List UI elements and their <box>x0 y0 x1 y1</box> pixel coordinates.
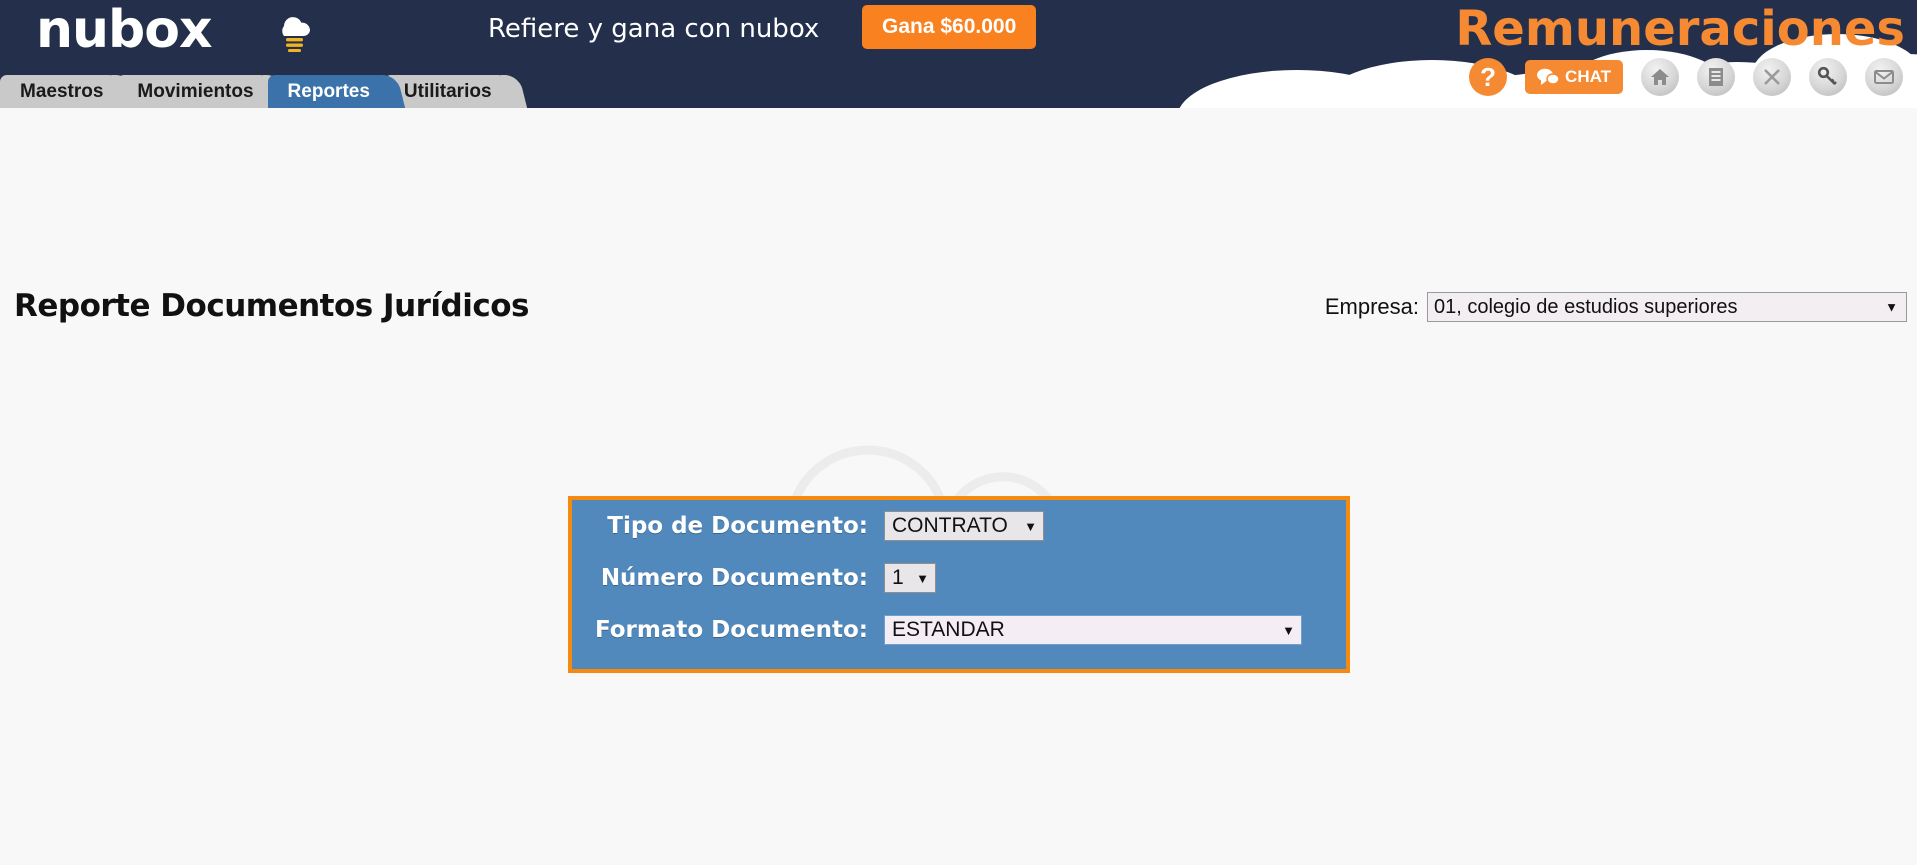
cloud-icon <box>282 17 310 52</box>
numero-documento-value: 1 <box>892 566 904 589</box>
key-icon[interactable] <box>1809 58 1847 96</box>
formato-documento-value: ESTANDAR <box>892 618 1005 641</box>
formato-documento-select[interactable]: ESTANDAR ▼ <box>884 615 1302 645</box>
help-icon[interactable]: ? <box>1469 58 1508 96</box>
referral-text: Refiere y gana con nubox <box>488 14 820 44</box>
report-filters-panel: Tipo de Documento: CONTRATO ▼ Número Doc… <box>568 496 1350 673</box>
close-icon[interactable] <box>1753 58 1791 96</box>
chevron-down-icon: ▼ <box>1282 622 1295 638</box>
empresa-label: Empresa: <box>1324 294 1419 319</box>
chat-label: CHAT <box>1565 67 1611 86</box>
tipo-documento-label: Tipo de Documento: <box>607 513 868 539</box>
page-content: Reporte Documentos Jurídicos Empresa: 01… <box>0 108 1917 819</box>
chevron-down-icon: ▼ <box>916 570 929 586</box>
form-row-tipo-documento: Tipo de Documento: CONTRATO ▼ <box>572 500 1346 552</box>
header-icon-row: ? CHAT <box>1469 58 1903 96</box>
tipo-documento-select[interactable]: CONTRATO ▼ <box>884 511 1044 541</box>
nubox-logo[interactable]: nubox <box>36 2 336 58</box>
mail-icon[interactable] <box>1865 58 1903 96</box>
primary-tab-bar: Maestros Movimientos Reportes Utilitario… <box>0 72 514 108</box>
formato-documento-label: Formato Documento: <box>594 617 868 643</box>
tab-reportes[interactable]: Reportes <box>267 75 392 108</box>
form-row-numero-documento: Número Documento: 1 ▼ <box>572 552 1346 604</box>
tab-movimientos[interactable]: Movimientos <box>117 75 276 108</box>
logo-wordmark: nubox <box>36 0 213 60</box>
numero-documento-select[interactable]: 1 ▼ <box>884 563 936 593</box>
gana-promo-button[interactable]: Gana $60.000 <box>862 5 1037 49</box>
empresa-select-value: 01, colegio de estudios superiores <box>1434 295 1738 318</box>
empresa-selector-group: Empresa: 01, colegio de estudios superio… <box>1325 292 1907 322</box>
tab-maestros[interactable]: Maestros <box>0 75 126 108</box>
chat-bubble-icon <box>1537 68 1560 85</box>
chat-button[interactable]: CHAT <box>1525 60 1623 94</box>
form-row-formato-documento: Formato Documento: ESTANDAR ▼ <box>572 604 1346 656</box>
empresa-select[interactable]: 01, colegio de estudios superiores ▼ <box>1427 292 1907 322</box>
chevron-down-icon: ▼ <box>1024 518 1037 534</box>
app-header: nubox Refiere y gana con nubox Gana $60.… <box>0 0 1917 108</box>
home-icon[interactable] <box>1641 58 1679 96</box>
numero-documento-label: Número Documento: <box>600 565 868 591</box>
document-icon[interactable] <box>1697 58 1735 96</box>
tipo-documento-value: CONTRATO <box>892 514 1008 537</box>
chevron-down-icon: ▼ <box>1885 299 1898 315</box>
page-title: Reporte Documentos Jurídicos <box>14 288 530 324</box>
module-title: Remuneraciones <box>1455 1 1905 57</box>
